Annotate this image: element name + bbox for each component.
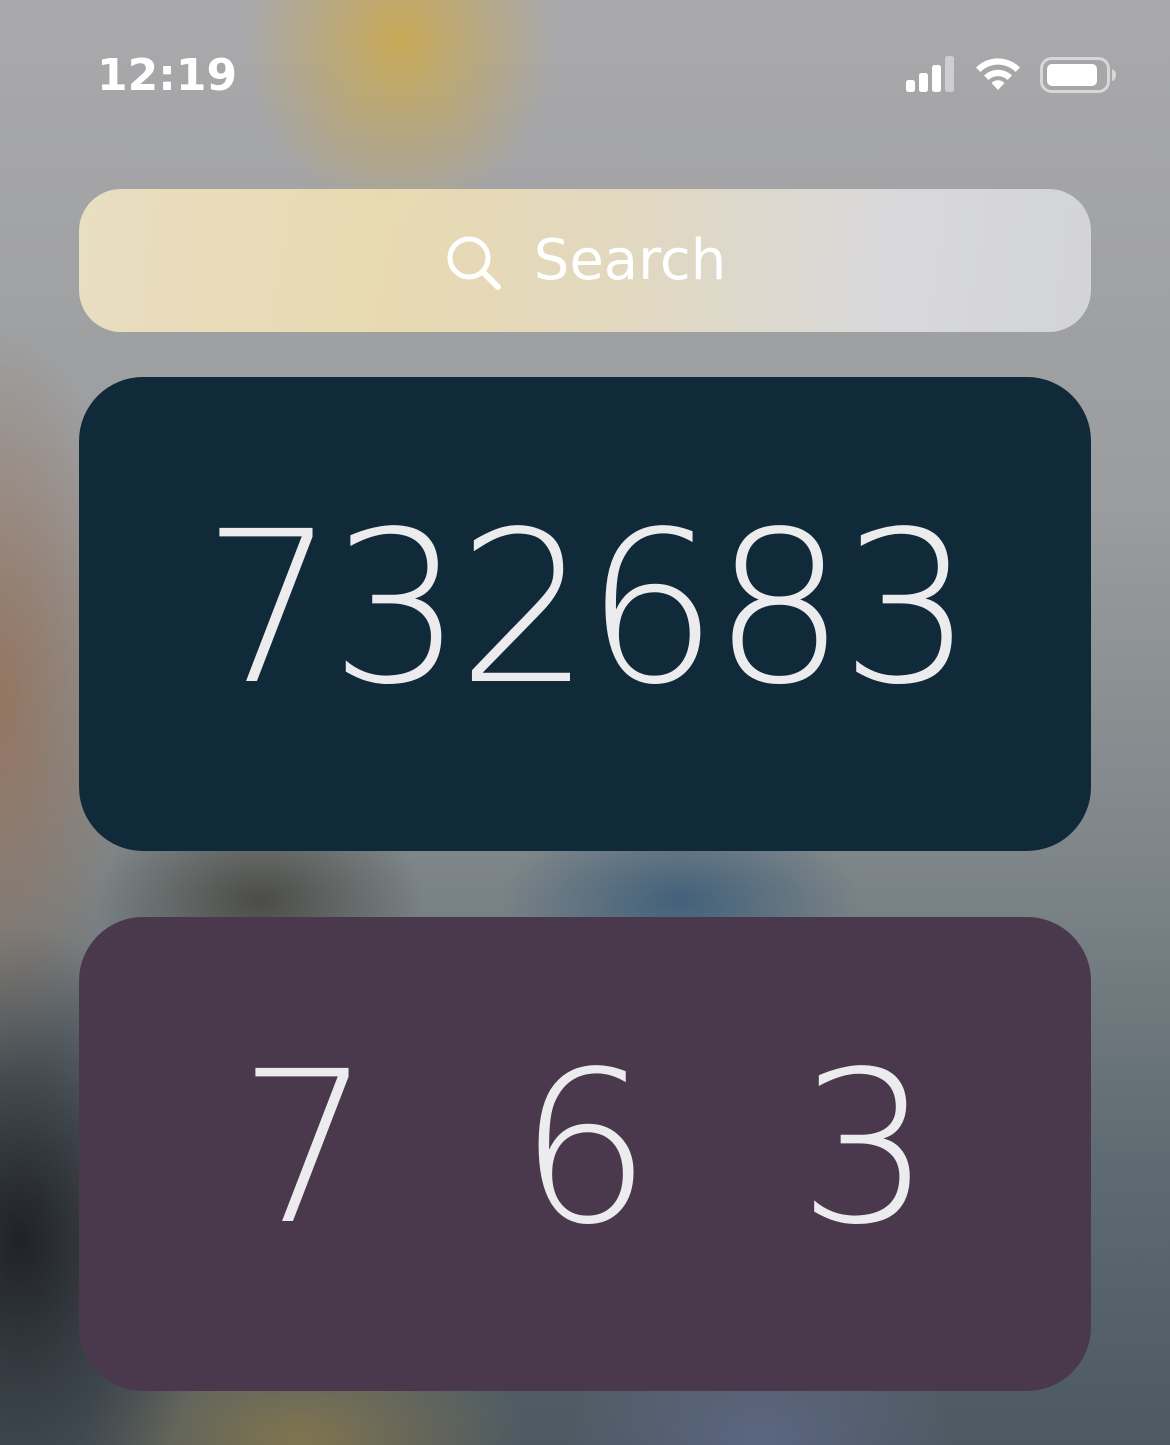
number-widget-1[interactable]: 732683 [79,377,1091,851]
widget-2-digit-1: 7 [238,1026,372,1271]
status-bar: 12:19 [0,0,1170,150]
signal-icon [906,56,954,92]
widget-2-digit-2: 6 [518,1026,652,1271]
search-bar[interactable]: Search [79,189,1091,332]
battery-icon [1040,57,1116,93]
wifi-icon [976,58,1020,90]
lock-screen: { "status_bar": { "time": "12:19", "icon… [0,0,1170,1445]
widget-2-digit-3: 3 [798,1026,932,1271]
number-widget-2[interactable]: 7 6 3 [79,917,1091,1391]
search-icon [447,236,501,290]
widget-1-value: 732683 [202,486,974,731]
widget-2-digits: 7 6 3 [79,1044,1091,1254]
search-placeholder: Search [533,228,727,293]
status-time: 12:19 [97,50,238,101]
